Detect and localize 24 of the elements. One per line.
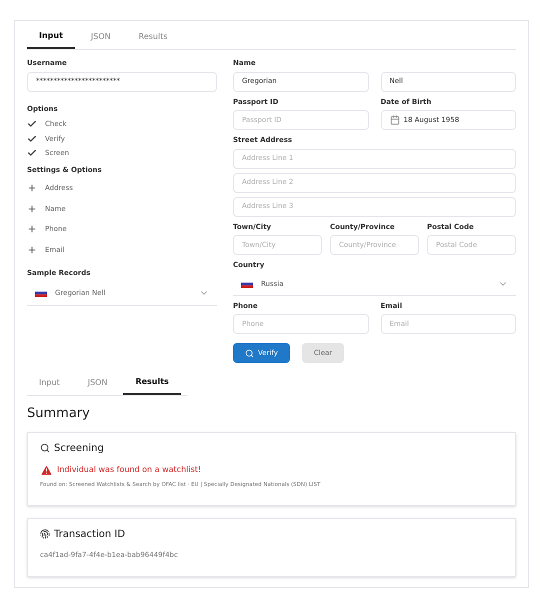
checkbox[interactable] (27, 224, 37, 234)
search-icon (40, 443, 50, 453)
checkbox[interactable] (27, 119, 37, 130)
flag-icon (35, 289, 47, 297)
calendar-icon (390, 115, 400, 125)
search-icon (245, 348, 254, 358)
fingerprint-icon (40, 529, 50, 540)
warning-icon (40, 464, 53, 476)
checkbox[interactable] (27, 134, 37, 144)
checkbox[interactable] (27, 204, 37, 214)
tab[interactable]: Input (27, 25, 75, 49)
card-title: Transaction ID (54, 528, 126, 542)
alert-text: Individual was found on a watchlist! (57, 464, 202, 476)
checkbox[interactable] (27, 244, 37, 255)
tab[interactable]: JSON (76, 371, 120, 395)
checkbox[interactable] (27, 183, 37, 194)
tab[interactable]: Results (123, 371, 181, 395)
tab[interactable]: JSON (78, 25, 123, 49)
card-title: Screening (54, 442, 104, 456)
checkbox[interactable] (27, 148, 37, 158)
tab[interactable]: Results (126, 25, 180, 49)
flag-icon (241, 280, 253, 288)
summary-heading: Summary (27, 405, 91, 423)
tab[interactable]: Input (27, 371, 72, 395)
